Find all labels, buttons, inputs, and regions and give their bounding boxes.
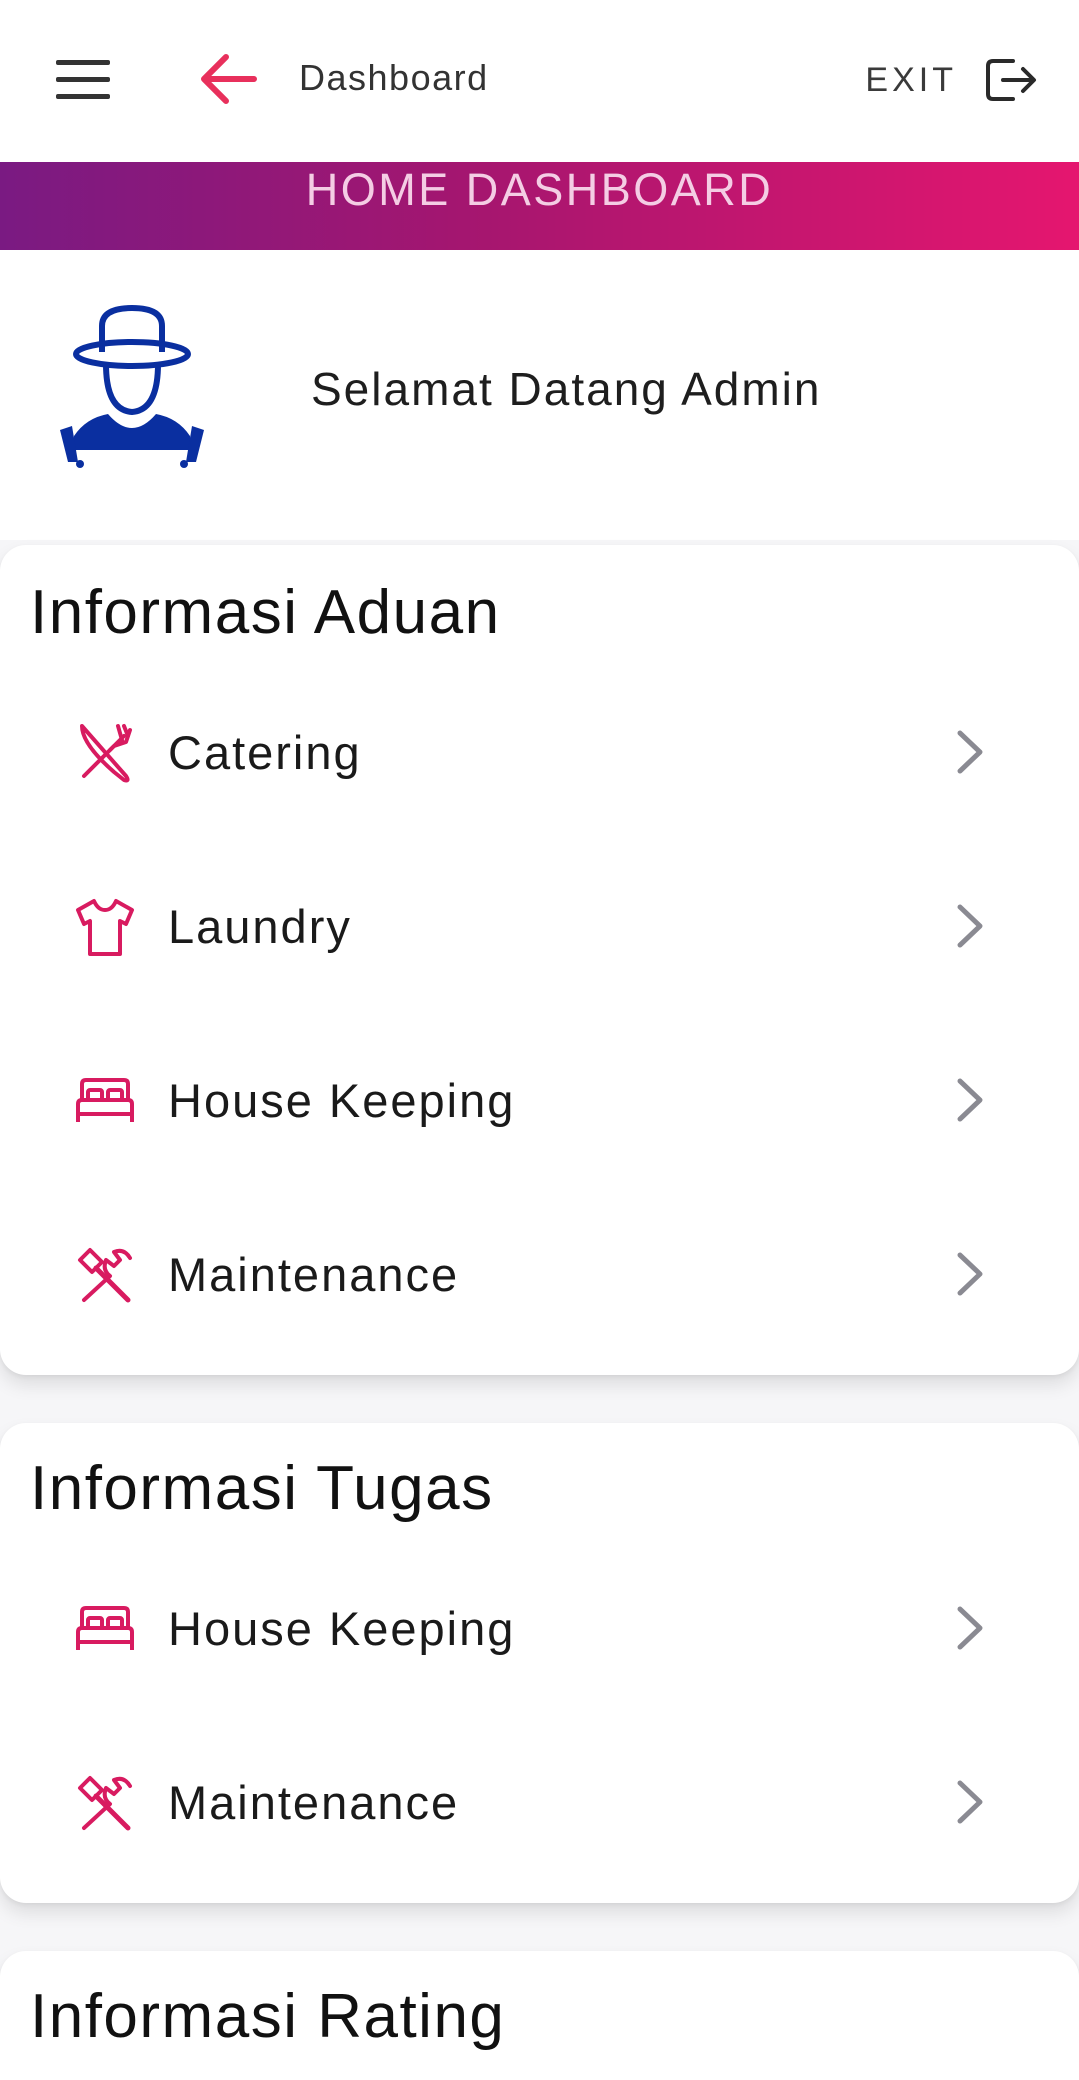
- complaint-item-maintenance[interactable]: Maintenance: [0, 1199, 1079, 1349]
- card-title: Informasi Aduan: [30, 578, 501, 647]
- row-label: Laundry: [168, 900, 352, 953]
- home-dashboard-banner: HOME DASHBOARD: [0, 162, 1079, 250]
- exit-label: EXIT: [865, 60, 957, 99]
- utensils-icon: [80, 724, 132, 783]
- arrow-left-icon: [201, 54, 257, 104]
- chevron-right-icon: [957, 1780, 983, 1824]
- chevron-right-icon: [957, 1078, 983, 1122]
- card-title: Informasi Rating: [30, 1982, 506, 2051]
- worker-avatar-icon: [60, 304, 204, 468]
- chevron-right-icon: [957, 1606, 983, 1650]
- welcome-section: Selamat Datang Admin: [0, 250, 1079, 540]
- row-label: Maintenance: [168, 1248, 460, 1301]
- task-item-house-keeping[interactable]: House Keeping: [0, 1553, 1079, 1703]
- hamburger-menu-icon: [56, 60, 110, 99]
- complaint-item-house-keeping[interactable]: House Keeping: [0, 1025, 1079, 1175]
- shirt-icon: [76, 899, 134, 956]
- row-label: Maintenance: [168, 1776, 460, 1829]
- task-item-maintenance[interactable]: Maintenance: [0, 1727, 1079, 1877]
- tools-icon: [78, 1776, 132, 1831]
- tools-icon: [78, 1248, 132, 1303]
- rating-info-card: Informasi Rating: [0, 1951, 1079, 2080]
- complaint-item-laundry[interactable]: Laundry: [0, 851, 1079, 1001]
- chevron-right-icon: [957, 1252, 983, 1296]
- chevron-right-icon: [957, 904, 983, 948]
- tasks-info-card: Informasi Tugas House Keeping Maintenanc…: [0, 1423, 1079, 1903]
- bed-icon: [76, 1606, 134, 1650]
- complaints-info-card: Informasi Aduan Catering Laundry House K…: [0, 545, 1079, 1375]
- row-label: House Keeping: [168, 1602, 516, 1655]
- back-button[interactable]: [192, 46, 264, 112]
- row-label: Catering: [168, 726, 362, 779]
- page-title: Dashboard: [299, 57, 489, 98]
- row-label: House Keeping: [168, 1074, 516, 1127]
- top-app-bar: Dashboard EXIT: [0, 0, 1079, 162]
- logout-icon: [986, 59, 1036, 101]
- dashboard-page: Dashboard EXIT HOME DASHBOARD Selamat Da…: [0, 0, 1079, 2080]
- complaint-item-catering[interactable]: Catering: [0, 677, 1079, 827]
- banner-title: HOME DASHBOARD: [305, 164, 774, 215]
- chevron-right-icon: [957, 730, 983, 774]
- hamburger-menu-button[interactable]: [48, 50, 118, 110]
- card-title: Informasi Tugas: [30, 1454, 494, 1523]
- welcome-message: Selamat Datang Admin: [311, 363, 822, 415]
- exit-button[interactable]: EXIT: [865, 50, 1039, 110]
- bed-icon: [76, 1078, 134, 1122]
